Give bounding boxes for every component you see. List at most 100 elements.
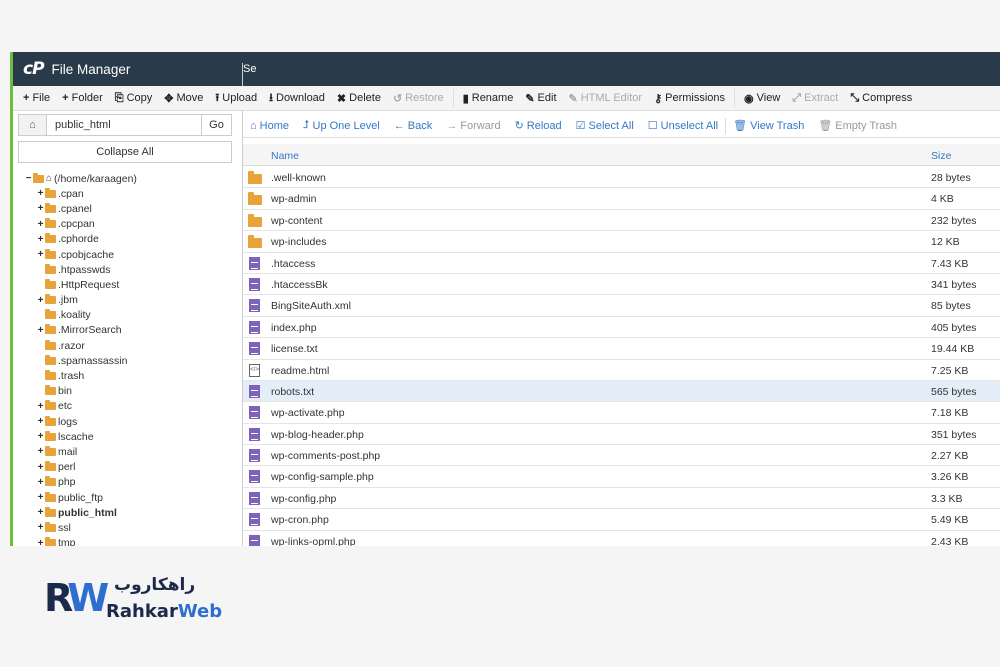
go-button[interactable]: Go: [201, 115, 231, 135]
file-name[interactable]: wp-config.php: [271, 493, 336, 505]
table-row[interactable]: wp-activate.php 7.18 KB: [243, 402, 1000, 424]
toolbar-restore-button[interactable]: ↺ Restore: [387, 86, 450, 110]
tree-item[interactable]: + public_html: [24, 505, 234, 520]
tree-item[interactable]: .htpasswds: [24, 262, 234, 277]
tree-item[interactable]: + mail: [24, 444, 234, 459]
tree-item[interactable]: + lscache: [24, 429, 234, 444]
tree-item[interactable]: + php: [24, 475, 234, 490]
tree-root[interactable]: − ⌂ (/home/karaagen): [24, 171, 234, 186]
table-row[interactable]: wp-cron.php 5.49 KB: [243, 509, 1000, 531]
tree-item[interactable]: + .cpanel: [24, 201, 234, 216]
table-row[interactable]: wp-config-sample.php 3.26 KB: [243, 466, 1000, 488]
file-name[interactable]: wp-admin: [271, 193, 317, 205]
nav-up-one-level-button[interactable]: ⮥ Up One Level: [296, 119, 387, 132]
nav-forward-button[interactable]: → Forward: [439, 120, 507, 132]
file-name[interactable]: wp-comments-post.php: [271, 450, 380, 462]
toolbar-delete-button[interactable]: ✖ Delete: [331, 86, 387, 110]
toolbar-view-button[interactable]: ◉ View: [738, 86, 786, 110]
table-row[interactable]: wp-blog-header.php 351 bytes: [243, 424, 1000, 446]
toolbar-edit-button[interactable]: ✎ Edit: [519, 86, 562, 110]
expand-icon[interactable]: +: [36, 416, 45, 427]
file-name[interactable]: BingSiteAuth.xml: [271, 300, 351, 312]
table-row[interactable]: .htaccessBk 341 bytes: [243, 274, 1000, 296]
expand-icon[interactable]: +: [36, 477, 45, 488]
table-row[interactable]: wp-admin 4 KB: [243, 188, 1000, 210]
tree-item[interactable]: bin: [24, 384, 234, 399]
toolbar-move-button[interactable]: ✥ Move: [158, 86, 209, 110]
toolbar-rename-button[interactable]: ▮ Rename: [457, 86, 520, 110]
expand-icon[interactable]: +: [36, 401, 45, 412]
table-row[interactable]: wp-links-opml.php 2.43 KB: [243, 531, 1000, 546]
file-name[interactable]: index.php: [271, 322, 317, 334]
table-row[interactable]: </> readme.html 7.25 KB: [243, 360, 1000, 381]
tree-item[interactable]: .trash: [24, 368, 234, 383]
table-row[interactable]: BingSiteAuth.xml 85 bytes: [243, 295, 1000, 317]
home-icon[interactable]: ⌂: [19, 115, 47, 135]
file-name[interactable]: robots.txt: [271, 386, 314, 398]
tree-item[interactable]: + .MirrorSearch: [24, 323, 234, 338]
cpanel-logo[interactable]: cP: [23, 59, 45, 79]
column-name-header[interactable]: Name: [271, 150, 299, 162]
nav-empty-trash-button[interactable]: 🗑 Empty Trash: [811, 119, 904, 133]
file-name[interactable]: .htaccess: [271, 258, 315, 270]
table-row[interactable]: wp-config.php 3.3 KB: [243, 488, 1000, 510]
file-name[interactable]: wp-blog-header.php: [271, 429, 364, 441]
table-row[interactable]: index.php 405 bytes: [243, 317, 1000, 339]
toolbar-compress-button[interactable]: ⤡ Compress: [844, 86, 918, 110]
file-name[interactable]: wp-activate.php: [271, 407, 345, 419]
tree-item[interactable]: + perl: [24, 460, 234, 475]
table-row[interactable]: .well-known 28 bytes: [243, 167, 1000, 189]
expand-icon[interactable]: +: [36, 295, 45, 306]
expand-icon[interactable]: +: [36, 462, 45, 473]
toolbar-html-editor-button[interactable]: ✎ HTML Editor: [563, 86, 649, 110]
column-size-header[interactable]: Size: [931, 150, 951, 162]
expand-icon[interactable]: +: [36, 446, 45, 457]
expand-icon[interactable]: +: [36, 538, 45, 546]
tree-item[interactable]: + logs: [24, 414, 234, 429]
nav-home-button[interactable]: ⌂ Home: [243, 120, 296, 132]
table-row[interactable]: license.txt 19.44 KB: [243, 338, 1000, 360]
tree-item[interactable]: .spamassassin: [24, 353, 234, 368]
collapse-icon[interactable]: −: [24, 173, 33, 184]
file-name[interactable]: wp-config-sample.php: [271, 471, 374, 483]
expand-icon[interactable]: +: [36, 249, 45, 260]
expand-icon[interactable]: +: [36, 219, 45, 230]
table-row[interactable]: wp-includes 12 KB: [243, 231, 1000, 253]
table-row[interactable]: wp-content 232 bytes: [243, 210, 1000, 232]
toolbar-file-button[interactable]: + File: [17, 86, 56, 110]
expand-icon[interactable]: +: [36, 507, 45, 518]
toolbar-copy-button[interactable]: ⎘ Copy: [109, 86, 159, 110]
expand-icon[interactable]: +: [36, 492, 45, 503]
tree-item[interactable]: .razor: [24, 338, 234, 353]
file-name[interactable]: wp-links-opml.php: [271, 536, 356, 546]
table-row[interactable]: robots.txt 565 bytes: [243, 380, 1000, 403]
tree-item[interactable]: + tmp: [24, 536, 234, 546]
expand-icon[interactable]: +: [36, 203, 45, 214]
nav-back-button[interactable]: ← Back: [387, 120, 439, 132]
table-row[interactable]: wp-comments-post.php 2.27 KB: [243, 445, 1000, 467]
tree-item[interactable]: + .cpan: [24, 186, 234, 201]
tree-item[interactable]: + .jbm: [24, 293, 234, 308]
toolbar-download-button[interactable]: ⭳ Download: [263, 86, 331, 110]
expand-icon[interactable]: +: [36, 325, 45, 336]
toolbar-permissions-button[interactable]: ⚷ Permissions: [648, 86, 731, 110]
expand-icon[interactable]: +: [36, 234, 45, 245]
nav-select-all-button[interactable]: ☑ Select All: [569, 119, 641, 133]
file-name[interactable]: .htaccessBk: [271, 279, 328, 291]
collapse-all-button[interactable]: Collapse All: [18, 141, 232, 163]
tree-item[interactable]: + ssl: [24, 520, 234, 535]
file-name[interactable]: wp-includes: [271, 236, 326, 248]
tree-item[interactable]: + etc: [24, 399, 234, 414]
expand-icon[interactable]: +: [36, 522, 45, 533]
toolbar-folder-button[interactable]: + Folder: [56, 86, 109, 110]
expand-icon[interactable]: +: [36, 188, 45, 199]
nav-reload-button[interactable]: ↻ Reload: [508, 119, 569, 133]
toolbar-upload-button[interactable]: ⭱ Upload: [209, 86, 263, 110]
nav-unselect-all-button[interactable]: ☐ Unselect All: [641, 119, 725, 133]
tree-item[interactable]: .HttpRequest: [24, 277, 234, 292]
tree-item[interactable]: .koality: [24, 308, 234, 323]
tree-item[interactable]: + .cphorde: [24, 232, 234, 247]
nav-view-trash-button[interactable]: 🗑 View Trash: [726, 119, 811, 133]
expand-icon[interactable]: +: [36, 431, 45, 442]
file-name[interactable]: license.txt: [271, 343, 318, 355]
